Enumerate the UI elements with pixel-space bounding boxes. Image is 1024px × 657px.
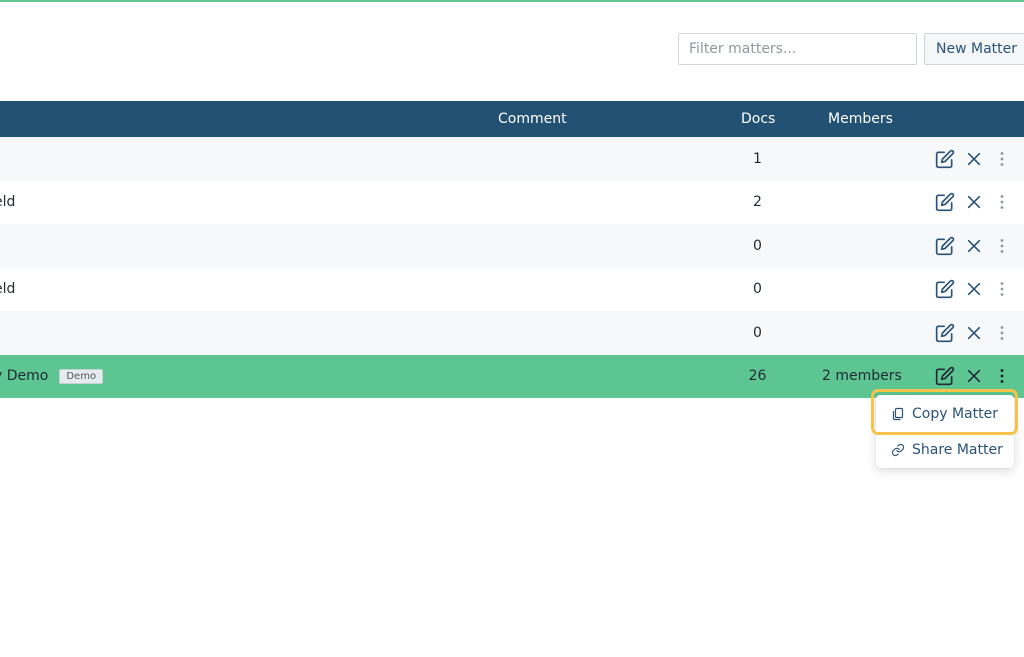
docs-count: 0 [753,281,762,298]
docs-count: 0 [753,324,762,341]
edit-icon[interactable] [934,191,956,213]
copy-matter-label: Copy Matter [912,406,998,422]
docs-count: 0 [753,237,762,254]
top-accent-bar [0,0,1024,2]
more-vertical-icon[interactable] [991,365,1013,387]
row-context-menu: Copy Matter Share Matter [876,395,1014,468]
row-actions [934,355,1013,399]
docs-count: 26 [748,368,767,385]
close-icon[interactable] [963,235,985,257]
close-icon[interactable] [963,278,985,300]
share-matter-menu-item[interactable]: Share Matter [876,432,1014,468]
new-matter-button[interactable]: New Matter [924,33,1024,65]
link-icon [891,443,905,457]
close-icon[interactable] [963,322,985,344]
edit-icon[interactable] [934,365,956,387]
edit-icon[interactable] [934,322,956,344]
more-vertical-icon[interactable] [991,148,1013,170]
column-header-docs: Docs [741,111,776,127]
demo-badge: Demo [59,368,104,384]
column-header-members: Members [828,111,893,127]
filter-matters-input[interactable] [678,33,917,65]
edit-icon[interactable] [934,278,956,300]
matter-name: eld [0,281,16,298]
close-icon[interactable] [963,191,985,213]
table-row[interactable]: eld 0 [0,267,1024,312]
more-vertical-icon[interactable] [991,278,1013,300]
row-actions [934,137,1013,181]
docs-count: 2 [753,194,762,211]
more-vertical-icon[interactable] [991,191,1013,213]
more-vertical-icon[interactable] [991,235,1013,257]
matter-name: y Demo Demo [0,355,104,399]
docs-count: 1 [753,150,762,167]
matters-table: Comment Docs Members 1 eld 2 [0,101,1024,398]
row-actions [934,268,1013,312]
table-row[interactable]: 1 [0,137,1024,181]
row-actions [934,224,1013,268]
table-row[interactable]: eld 2 [0,180,1024,225]
row-actions [934,311,1013,355]
members-count: 2 members [822,368,902,385]
edit-icon[interactable] [934,235,956,257]
share-matter-label: Share Matter [912,442,1003,458]
more-vertical-icon[interactable] [991,322,1013,344]
column-header-comment: Comment [498,111,567,127]
copy-icon [891,407,905,421]
table-row-selected[interactable]: y Demo Demo 26 2 members [0,354,1024,399]
copy-matter-menu-item[interactable]: Copy Matter [876,396,1014,432]
edit-icon[interactable] [934,148,956,170]
matter-name: eld [0,194,16,211]
table-header: Comment Docs Members [0,101,1024,137]
close-icon[interactable] [963,365,985,387]
table-row[interactable]: 0 [0,311,1024,355]
row-actions [934,181,1013,225]
close-icon[interactable] [963,148,985,170]
table-row[interactable]: 0 [0,224,1024,268]
matter-name-text: y Demo [0,368,49,385]
